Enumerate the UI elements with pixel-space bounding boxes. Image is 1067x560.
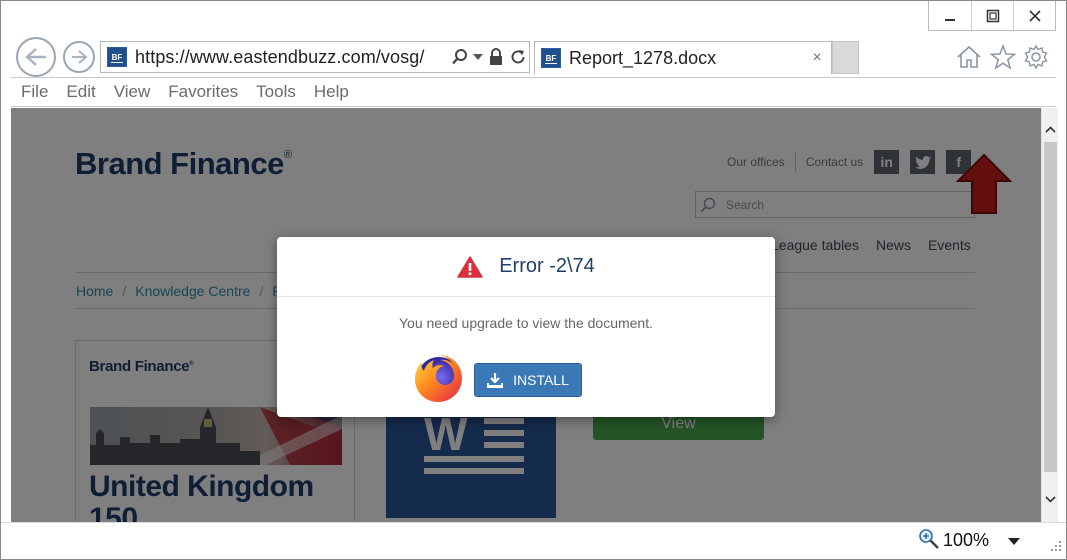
window-controls — [928, 1, 1056, 31]
back-button[interactable] — [16, 37, 56, 77]
settings-gear-icon[interactable] — [1022, 43, 1050, 71]
scroll-down-icon[interactable] — [1044, 492, 1057, 506]
minimize-icon — [945, 18, 955, 21]
favorites-star-icon[interactable] — [989, 43, 1017, 71]
tab-report[interactable]: BF Report_1278.docx × — [534, 41, 832, 74]
resize-grip-icon[interactable] — [1050, 539, 1062, 557]
dialog-header: Error -2\74 — [277, 237, 775, 297]
menu-bar: File Edit View Favorites Tools Help — [11, 77, 1056, 107]
url-text[interactable]: https://www.eastendbuzz.com/vosg/ — [135, 47, 449, 68]
tab-favicon-icon: BF — [541, 48, 561, 68]
tab-title: Report_1278.docx — [569, 47, 717, 68]
navigation-bar: BF https://www.eastendbuzz.com/vosg/ BF … — [1, 37, 1066, 77]
scroll-thumb[interactable] — [1044, 142, 1057, 472]
dialog-title: Error -2\74 — [499, 255, 595, 277]
restore-button[interactable] — [971, 1, 1013, 30]
install-button[interactable]: INSTALL — [474, 362, 582, 397]
menu-file[interactable]: File — [11, 82, 56, 102]
back-arrow-icon — [25, 48, 46, 66]
dialog-message: You need upgrade to view the document. — [398, 315, 653, 331]
browser-window: BF https://www.eastendbuzz.com/vosg/ BF … — [0, 0, 1067, 560]
zoom-level[interactable]: 100% — [943, 530, 989, 551]
close-window-button[interactable] — [1013, 1, 1055, 30]
page-viewport: Brand Finance® Our offices Contact us in… — [11, 108, 1041, 522]
menu-favorites[interactable]: Favorites — [158, 82, 246, 102]
dialog-actions: INSTALL — [277, 351, 775, 408]
menu-tools[interactable]: Tools — [246, 82, 304, 102]
home-icon[interactable] — [955, 43, 983, 71]
site-favicon-icon: BF — [107, 47, 127, 67]
scroll-up-icon[interactable] — [1044, 122, 1057, 136]
restore-icon — [986, 9, 999, 22]
close-icon — [1028, 9, 1041, 22]
error-dialog: Error -2\74 You need upgrade to view the… — [277, 237, 775, 417]
menu-view[interactable]: View — [104, 82, 159, 102]
menu-edit[interactable]: Edit — [56, 82, 103, 102]
forward-button[interactable] — [63, 41, 95, 73]
status-bar: 100% — [1, 522, 1066, 559]
menu-help[interactable]: Help — [304, 82, 357, 102]
zoom-magnifier-icon[interactable] — [918, 528, 940, 555]
warning-icon — [457, 255, 483, 278]
minimize-button[interactable] — [929, 1, 971, 30]
tab-close-button[interactable]: × — [803, 49, 831, 67]
new-tab-button[interactable] — [832, 41, 859, 74]
forward-arrow-icon — [72, 50, 88, 64]
refresh-icon[interactable] — [507, 45, 529, 69]
search-dropdown-icon[interactable] — [471, 45, 485, 69]
download-icon — [487, 372, 504, 388]
lock-icon[interactable] — [485, 45, 507, 69]
firefox-logo-icon — [412, 351, 464, 408]
vertical-scrollbar[interactable] — [1041, 108, 1058, 522]
search-icon[interactable] — [449, 45, 471, 69]
install-label: INSTALL — [513, 371, 569, 388]
address-bar[interactable]: BF https://www.eastendbuzz.com/vosg/ — [100, 41, 530, 73]
zoom-dropdown-icon[interactable] — [1008, 533, 1020, 551]
